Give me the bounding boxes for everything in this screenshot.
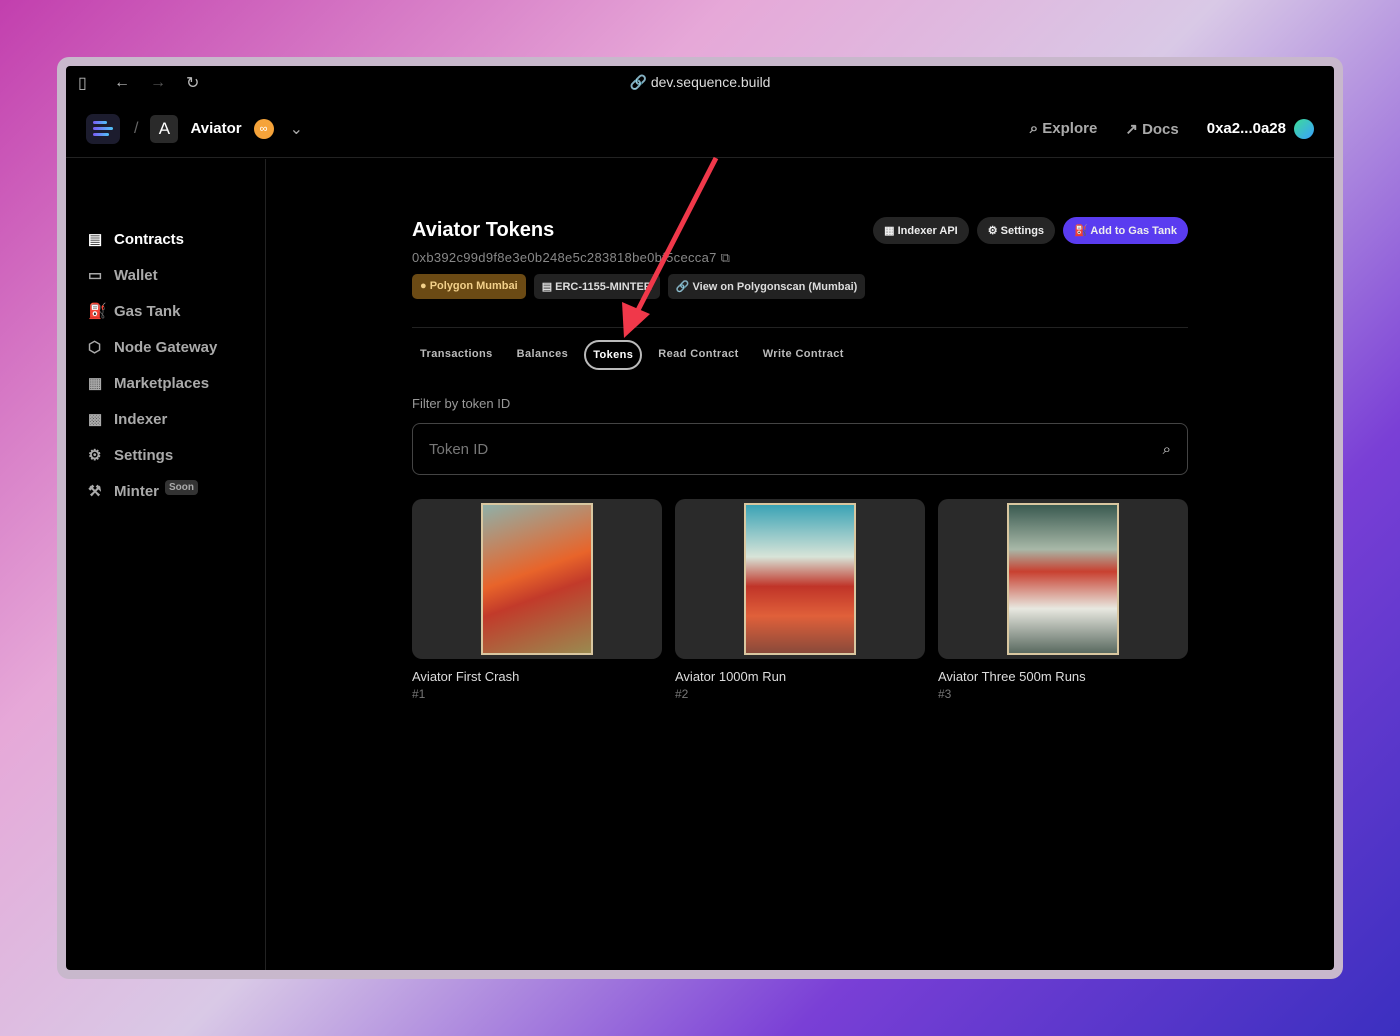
- tab-read-contract[interactable]: Read Contract: [650, 340, 746, 370]
- add-to-gas-tank-button[interactable]: ⛽ Add to Gas Tank: [1063, 217, 1188, 244]
- sidebar-item-indexer[interactable]: ▩ Indexer: [66, 401, 265, 437]
- browser-window: ▯ ← → ↻ 🔗 dev.sequence.build / A Aviator…: [57, 57, 1343, 979]
- search-icon[interactable]: ⌕: [1163, 441, 1171, 458]
- project-name[interactable]: Aviator: [190, 120, 241, 137]
- token-image: [1007, 503, 1119, 655]
- network-badge: ● Polygon Mumbai: [412, 274, 526, 299]
- explore-link[interactable]: ⌕ Explore: [1030, 120, 1098, 137]
- settings-button[interactable]: ⚙ Settings: [976, 217, 1056, 244]
- account-avatar: [1294, 118, 1314, 139]
- contract-tabs: Transactions Balances Tokens Read Contra…: [412, 327, 1188, 370]
- soon-badge: Soon: [165, 479, 198, 495]
- gas-icon: ⛽: [88, 303, 107, 320]
- contract-address: 0xb392c99d9f8e3e0b248e5c283818be0bf5cecc…: [412, 250, 731, 265]
- sidebar: ▤ Contracts ▭ Wallet ⛽ Gas Tank ⬡ Node Gatew…: [66, 159, 266, 970]
- token-image: [481, 503, 593, 655]
- browser-toolbar: ▯ ← → ↻ 🔗 dev.sequence.build: [66, 66, 1334, 100]
- search-icon: ⌕: [1029, 120, 1039, 137]
- grid-icon: ▩: [88, 411, 103, 428]
- indexer-api-button[interactable]: ▦ Indexer API: [873, 217, 969, 244]
- gear-icon: ⚙: [88, 447, 102, 464]
- filter-label: Filter by token ID: [412, 396, 511, 411]
- account-button[interactable]: 0xa2...0a28: [1207, 118, 1314, 139]
- wallet-icon: ▭: [88, 267, 103, 284]
- token-id-input[interactable]: Token ID ⌕: [412, 423, 1188, 475]
- token-image: [744, 503, 856, 655]
- address-bar[interactable]: 🔗 dev.sequence.build: [66, 74, 1334, 91]
- tab-write-contract[interactable]: Write Contract: [755, 340, 852, 370]
- polygon-icon: ∞: [253, 118, 274, 139]
- token-card[interactable]: Aviator 1000m Run #2: [675, 499, 925, 701]
- app-header: / A Aviator ∞ ⌄ ⌕ Explore ↗ Docs 0xa2...…: [66, 100, 1334, 158]
- breadcrumb-separator: /: [134, 119, 139, 137]
- token-card[interactable]: Aviator Three 500m Runs #3: [938, 499, 1188, 701]
- arrow-up-right-icon: ↗: [1125, 120, 1138, 138]
- docs-link[interactable]: ↗ Docs: [1125, 120, 1178, 138]
- contract-type-badge: ▤ ERC-1155-MINTER: [533, 274, 660, 299]
- sidebar-item-wallet[interactable]: ▭ Wallet: [66, 257, 265, 293]
- mint-icon: ⚒: [88, 483, 102, 500]
- sidebar-item-minter[interactable]: ⚒ Minter Soon: [66, 473, 265, 509]
- tab-tokens[interactable]: Tokens: [584, 340, 643, 370]
- tab-transactions[interactable]: Transactions: [412, 340, 501, 370]
- sidebar-item-marketplaces[interactable]: ▦ Marketplaces: [66, 365, 265, 401]
- sidebar-item-node-gateway[interactable]: ⬡ Node Gateway: [66, 329, 265, 365]
- sequence-logo[interactable]: [86, 113, 120, 144]
- main-content: ▦ Indexer API ⚙ Settings ⛽ Add to Gas Ta…: [412, 159, 1188, 701]
- tab-balances[interactable]: Balances: [509, 340, 577, 370]
- token-card[interactable]: Aviator First Crash #1: [412, 499, 662, 701]
- sidebar-item-contracts[interactable]: ▤ Contracts: [66, 221, 265, 257]
- cube-icon: ⬡: [88, 339, 102, 356]
- polygonscan-link[interactable]: 🔗 View on Polygonscan (Mumbai): [667, 274, 866, 299]
- sidebar-item-gas-tank[interactable]: ⛽ Gas Tank: [66, 293, 265, 329]
- sidebar-item-settings[interactable]: ⚙ Settings: [66, 437, 265, 473]
- store-icon: ▦: [88, 375, 103, 392]
- chevron-down-icon[interactable]: ⌄: [290, 119, 303, 139]
- project-avatar: A: [150, 114, 179, 143]
- copy-icon[interactable]: ⧉: [721, 250, 731, 265]
- file-icon: ▤: [88, 231, 103, 248]
